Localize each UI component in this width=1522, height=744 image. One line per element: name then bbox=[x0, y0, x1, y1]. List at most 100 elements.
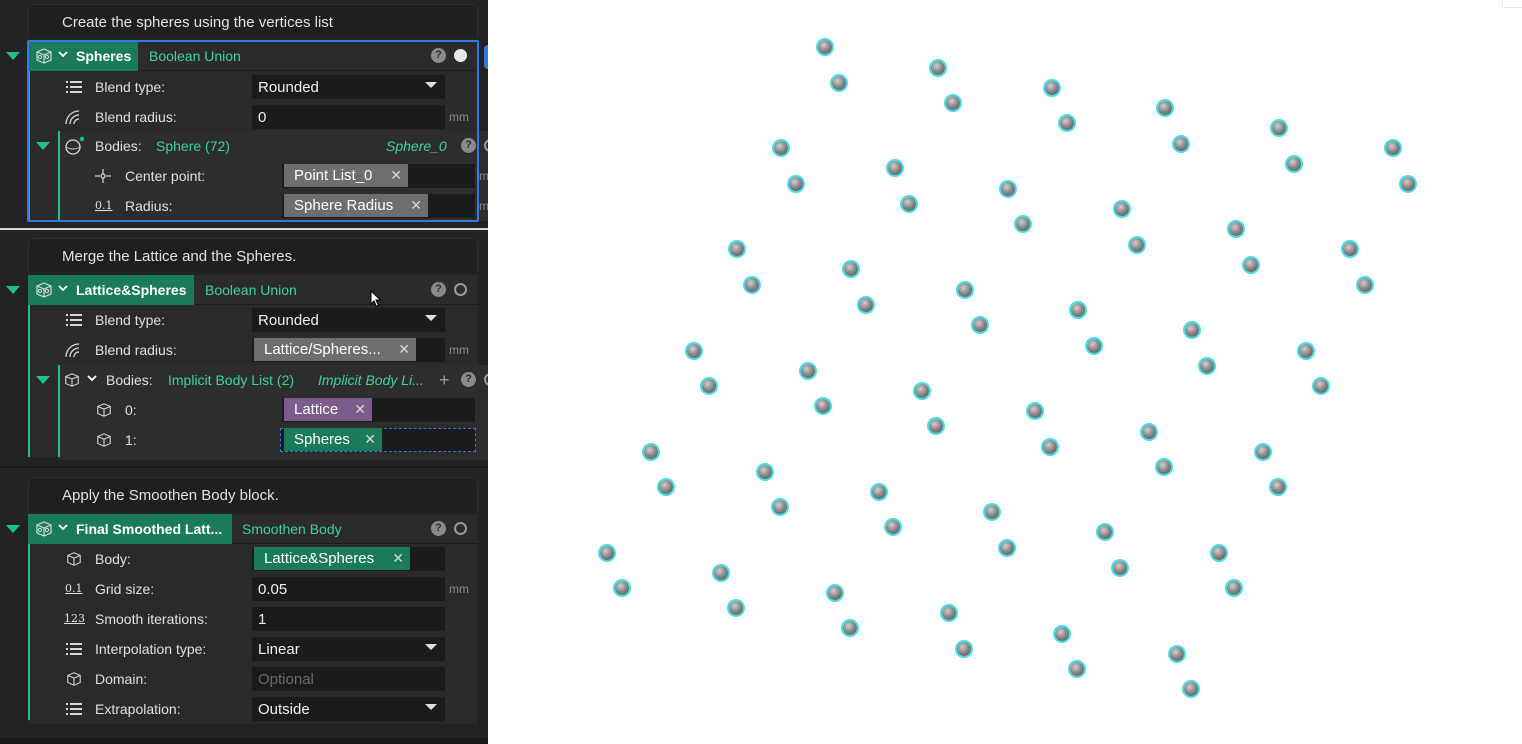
sphere-body[interactable] bbox=[818, 40, 832, 54]
sphere-body[interactable] bbox=[902, 197, 916, 211]
sphere-body[interactable] bbox=[1212, 546, 1226, 560]
collapse-toggle-icon[interactable] bbox=[6, 525, 20, 533]
sphere-body[interactable] bbox=[1200, 359, 1214, 373]
collapse-toggle-icon[interactable] bbox=[6, 286, 20, 294]
help-icon[interactable]: ? bbox=[431, 282, 446, 297]
dropdown-arrow-icon[interactable] bbox=[425, 704, 437, 710]
bodies-value[interactable]: Implicit Body List (2) bbox=[168, 372, 294, 388]
sphere-body[interactable] bbox=[729, 601, 743, 615]
sphere-body[interactable] bbox=[644, 445, 658, 459]
sphere-body[interactable] bbox=[1142, 425, 1156, 439]
sphere-body[interactable] bbox=[915, 384, 929, 398]
sphere-body[interactable] bbox=[1070, 662, 1084, 676]
close-icon[interactable]: ✕ bbox=[364, 431, 376, 448]
sphere-body[interactable] bbox=[1174, 137, 1188, 151]
dropdown-arrow-icon[interactable] bbox=[425, 315, 437, 321]
chevron-down-icon[interactable] bbox=[87, 373, 97, 383]
close-icon[interactable]: ✕ bbox=[354, 401, 366, 418]
3d-viewport[interactable] bbox=[488, 0, 1522, 744]
sphere-body[interactable] bbox=[615, 581, 629, 595]
collapse-toggle-icon[interactable] bbox=[6, 52, 20, 60]
sphere-body[interactable] bbox=[957, 642, 971, 656]
sphere-body[interactable] bbox=[659, 480, 673, 494]
sphere-body[interactable] bbox=[1001, 182, 1015, 196]
sphere-body[interactable] bbox=[1016, 217, 1030, 231]
sphere-body[interactable] bbox=[745, 278, 759, 292]
sphere-body[interactable] bbox=[843, 621, 857, 635]
interpolation-type-dropdown[interactable]: Linear bbox=[252, 637, 445, 661]
sphere-body[interactable] bbox=[1115, 202, 1129, 216]
body-chip[interactable]: Lattice&Spheres ✕ bbox=[254, 547, 410, 570]
sphere-body[interactable] bbox=[828, 586, 842, 600]
sphere-body[interactable] bbox=[1184, 682, 1198, 696]
sphere-body[interactable] bbox=[1170, 647, 1184, 661]
sphere-body[interactable] bbox=[1157, 460, 1171, 474]
sphere-body[interactable] bbox=[1386, 141, 1400, 155]
sphere-body[interactable] bbox=[1244, 258, 1258, 272]
comment-merge[interactable]: Merge the Lattice and the Spheres. bbox=[28, 238, 478, 272]
sphere-body[interactable] bbox=[1271, 480, 1285, 494]
sphere-body[interactable] bbox=[1185, 323, 1199, 337]
sphere-body[interactable] bbox=[1000, 541, 1014, 555]
spheres-chip[interactable]: Spheres ✕ bbox=[284, 428, 382, 451]
sphere-body[interactable] bbox=[1158, 101, 1172, 115]
sphere-body[interactable] bbox=[929, 419, 943, 433]
sphere-body[interactable] bbox=[1087, 339, 1101, 353]
sphere-body[interactable] bbox=[942, 606, 956, 620]
sphere-body[interactable] bbox=[946, 96, 960, 110]
sphere-body[interactable] bbox=[1130, 238, 1144, 252]
sphere-body[interactable] bbox=[888, 161, 902, 175]
sphere-body[interactable] bbox=[1272, 121, 1286, 135]
sphere-body[interactable] bbox=[872, 485, 886, 499]
sphere-body[interactable] bbox=[1314, 379, 1328, 393]
sphere-body[interactable] bbox=[801, 364, 815, 378]
sphere-body[interactable] bbox=[687, 344, 701, 358]
grid-size-input[interactable]: 0.05 bbox=[252, 577, 445, 601]
sphere-body[interactable] bbox=[1256, 445, 1270, 459]
status-ring-icon[interactable] bbox=[454, 283, 467, 296]
sphere-body[interactable] bbox=[844, 262, 858, 276]
sphere-body[interactable] bbox=[730, 242, 744, 256]
view-cube-corner[interactable] bbox=[1502, 0, 1522, 8]
sphere-body[interactable] bbox=[931, 61, 945, 75]
sphere-body[interactable] bbox=[985, 505, 999, 519]
help-icon[interactable]: ? bbox=[431, 521, 446, 536]
sphere-body[interactable] bbox=[1358, 278, 1372, 292]
close-icon[interactable]: ✕ bbox=[392, 550, 404, 567]
sphere-body[interactable] bbox=[1071, 303, 1085, 317]
sphere-body[interactable] bbox=[1343, 242, 1357, 256]
blend-type-dropdown[interactable]: Rounded bbox=[252, 308, 445, 332]
sphere-body[interactable] bbox=[1028, 404, 1042, 418]
sphere-body[interactable] bbox=[1227, 581, 1241, 595]
status-ring-icon[interactable] bbox=[454, 522, 467, 535]
dropdown-arrow-icon[interactable] bbox=[425, 644, 437, 650]
sphere-body[interactable] bbox=[702, 379, 716, 393]
collapse-toggle-icon[interactable] bbox=[36, 376, 50, 384]
add-item-icon[interactable]: + bbox=[439, 370, 450, 391]
comment-smoothen[interactable]: Apply the Smoothen Body block. bbox=[28, 477, 478, 511]
sphere-body[interactable] bbox=[886, 520, 900, 534]
sphere-body[interactable] bbox=[958, 283, 972, 297]
sphere-body[interactable] bbox=[1229, 222, 1243, 236]
sphere-body[interactable] bbox=[1098, 525, 1112, 539]
sphere-body[interactable] bbox=[789, 177, 803, 191]
sphere-body[interactable] bbox=[714, 566, 728, 580]
sphere-body[interactable] bbox=[773, 500, 787, 514]
sphere-body[interactable] bbox=[816, 399, 830, 413]
sphere-body[interactable] bbox=[832, 76, 846, 90]
lattice-chip[interactable]: Lattice ✕ bbox=[284, 398, 372, 421]
chevron-down-icon[interactable] bbox=[58, 283, 68, 293]
sphere-body[interactable] bbox=[758, 465, 772, 479]
sphere-body[interactable] bbox=[1113, 561, 1127, 575]
sphere-body[interactable] bbox=[1043, 440, 1057, 454]
sphere-body[interactable] bbox=[1060, 116, 1074, 130]
help-icon[interactable]: ? bbox=[461, 372, 476, 387]
blend-radius-chip[interactable]: Lattice/Spheres... ✕ bbox=[254, 338, 416, 361]
sphere-body[interactable] bbox=[1401, 177, 1415, 191]
sphere-body[interactable] bbox=[973, 318, 987, 332]
sphere-body[interactable] bbox=[600, 546, 614, 560]
chevron-down-icon[interactable] bbox=[58, 522, 68, 532]
sphere-body[interactable] bbox=[774, 141, 788, 155]
sphere-body[interactable] bbox=[1287, 157, 1301, 171]
domain-input[interactable]: Optional bbox=[252, 667, 445, 691]
